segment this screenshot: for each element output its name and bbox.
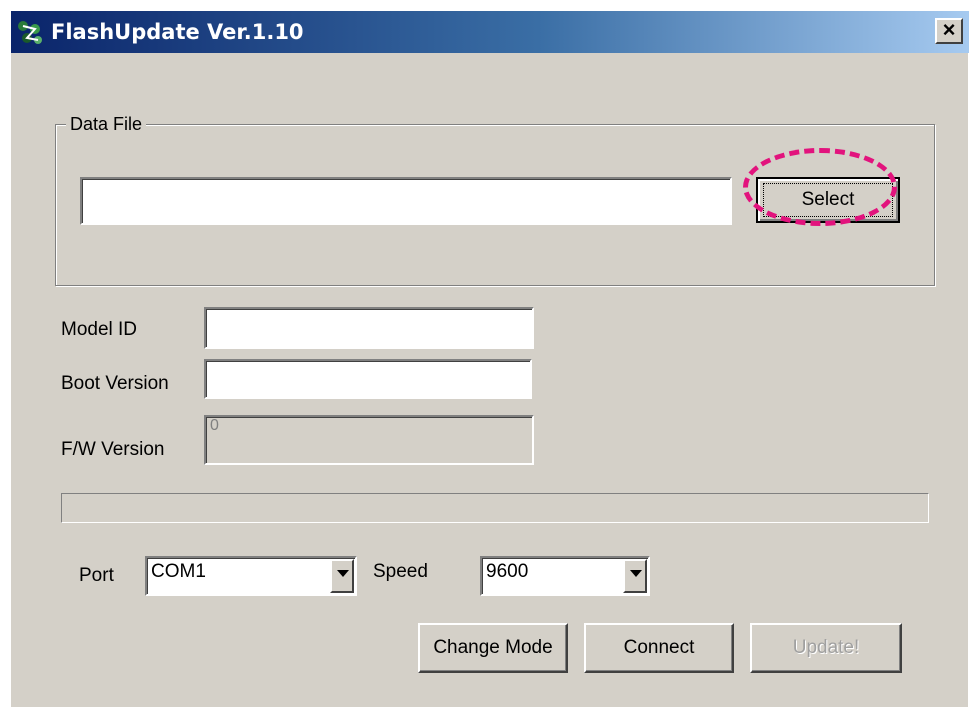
fw-version-value: 0 [210, 417, 219, 434]
select-button-label: Select [801, 189, 855, 210]
chevron-down-icon[interactable] [623, 559, 647, 593]
speed-label: Speed [373, 561, 428, 582]
chevron-down-icon[interactable] [330, 559, 354, 593]
model-id-label: Model ID [61, 319, 138, 340]
data-file-legend: Data File [66, 112, 147, 136]
boot-version-label: Boot Version [61, 373, 169, 394]
port-label: Port [79, 565, 114, 586]
boot-version-box [204, 359, 532, 399]
port-value: COM1 [151, 561, 206, 582]
fw-version-label: F/W Version [61, 439, 165, 460]
model-id-input[interactable] [206, 309, 532, 347]
select-file-button[interactable]: Select [756, 177, 900, 223]
flashupdate-window: FlashUpdate Ver.1.10 × Data File Select … [10, 10, 969, 707]
fw-version-field: 0 [204, 415, 534, 465]
data-file-path-box [80, 177, 732, 225]
boot-version-input[interactable] [206, 361, 530, 397]
app-icon [18, 21, 42, 44]
speed-select[interactable]: 9600 [480, 556, 650, 596]
connect-label: Connect [623, 637, 695, 658]
window-title: FlashUpdate Ver.1.10 [51, 20, 304, 44]
update-label: Update! [792, 637, 860, 658]
port-select[interactable]: COM1 [145, 556, 357, 596]
connect-button[interactable]: Connect [584, 623, 734, 673]
change-mode-button[interactable]: Change Mode [418, 623, 568, 673]
data-file-path-input[interactable] [82, 179, 730, 223]
close-button[interactable]: × [935, 18, 963, 44]
title-bar: FlashUpdate Ver.1.10 × [11, 11, 969, 53]
change-mode-label: Change Mode [433, 637, 553, 658]
model-id-box [204, 307, 534, 349]
progress-bar [61, 493, 929, 523]
data-file-group: Data File Select [55, 112, 935, 286]
speed-value: 9600 [486, 561, 529, 582]
close-icon: × [942, 17, 956, 42]
update-button: Update! [750, 623, 902, 673]
